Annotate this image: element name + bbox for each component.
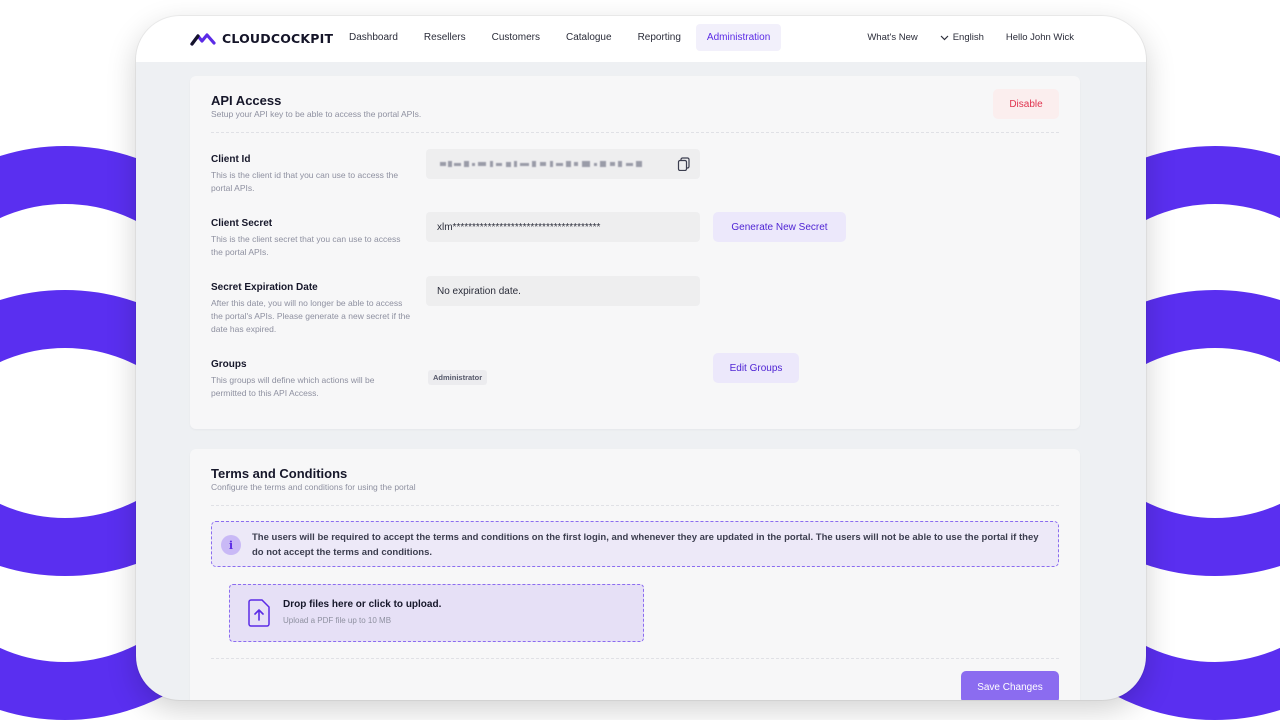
api-access-subtitle: Setup your API key to be able to access … — [211, 109, 422, 119]
group-chip: Administrator — [428, 370, 488, 385]
info-icon: i — [221, 535, 241, 555]
brand-name: CLOUDCOCKPIT — [222, 31, 334, 46]
logo-mark-icon — [190, 32, 216, 46]
divider — [211, 658, 1059, 659]
client-secret-field[interactable]: xlm*************************************… — [426, 212, 700, 242]
app-window: CLOUDCOCKPIT Dashboard Resellers Custome… — [136, 16, 1146, 700]
main-nav: Dashboard Resellers Customers Catalogue … — [338, 24, 782, 51]
generate-secret-button[interactable]: Generate New Secret — [713, 212, 846, 242]
top-navbar: CLOUDCOCKPIT Dashboard Resellers Custome… — [136, 16, 1146, 62]
client-id-description: This is the client id that you can use t… — [211, 170, 399, 193]
nav-customers[interactable]: Customers — [481, 24, 551, 51]
dropzone-title: Drop files here or click to upload. — [283, 599, 442, 610]
expiration-description: After this date, you will no longer be a… — [211, 298, 411, 334]
save-changes-button[interactable]: Save Changes — [961, 671, 1059, 700]
terms-card: Terms and Conditions Configure the terms… — [190, 449, 1080, 700]
client-secret-label: Client Secret — [211, 218, 273, 229]
expiration-field[interactable]: No expiration date. — [426, 276, 700, 306]
file-dropzone[interactable]: Drop files here or click to upload. Uplo… — [229, 584, 644, 642]
client-secret-description: This is the client secret that you can u… — [211, 234, 401, 257]
file-upload-icon — [248, 599, 270, 627]
terms-subtitle: Configure the terms and conditions for u… — [211, 482, 416, 492]
api-access-card: API Access Setup your API key to be able… — [190, 76, 1080, 429]
info-alert: i The users will be required to accept t… — [211, 521, 1059, 567]
copy-icon[interactable] — [677, 157, 691, 171]
language-selector[interactable]: English — [940, 32, 984, 43]
user-greeting[interactable]: Hello John Wick — [1006, 32, 1074, 43]
disable-button[interactable]: Disable — [993, 89, 1059, 119]
client-id-label: Client Id — [211, 154, 251, 165]
divider — [211, 505, 1059, 506]
dropzone-subtitle: Upload a PDF file up to 10 MB — [283, 616, 392, 625]
stage: CLOUDCOCKPIT Dashboard Resellers Custome… — [0, 0, 1280, 720]
chevron-down-icon — [940, 35, 949, 40]
groups-description: This groups will define which actions wi… — [211, 375, 375, 398]
nav-reporting[interactable]: Reporting — [627, 24, 692, 51]
brand-logo[interactable]: CLOUDCOCKPIT — [190, 31, 333, 46]
nav-administration[interactable]: Administration — [695, 24, 782, 51]
top-right-menu: What's New English Hello John Wick — [867, 32, 1074, 43]
groups-label: Groups — [211, 359, 247, 370]
nav-catalogue[interactable]: Catalogue — [555, 24, 623, 51]
info-text: The users will be required to accept the… — [252, 532, 1039, 558]
terms-title: Terms and Conditions — [211, 466, 348, 481]
expiration-label: Secret Expiration Date — [211, 282, 318, 293]
nav-resellers[interactable]: Resellers — [413, 24, 477, 51]
edit-groups-button[interactable]: Edit Groups — [713, 353, 799, 383]
client-id-field[interactable] — [426, 149, 700, 179]
divider — [211, 132, 1059, 133]
redacted-value — [440, 161, 642, 167]
whats-new-link[interactable]: What's New — [867, 32, 917, 43]
decorative-gap — [0, 430, 140, 434]
api-access-title: API Access — [211, 93, 282, 108]
language-label: English — [952, 32, 984, 43]
nav-dashboard[interactable]: Dashboard — [338, 24, 409, 51]
